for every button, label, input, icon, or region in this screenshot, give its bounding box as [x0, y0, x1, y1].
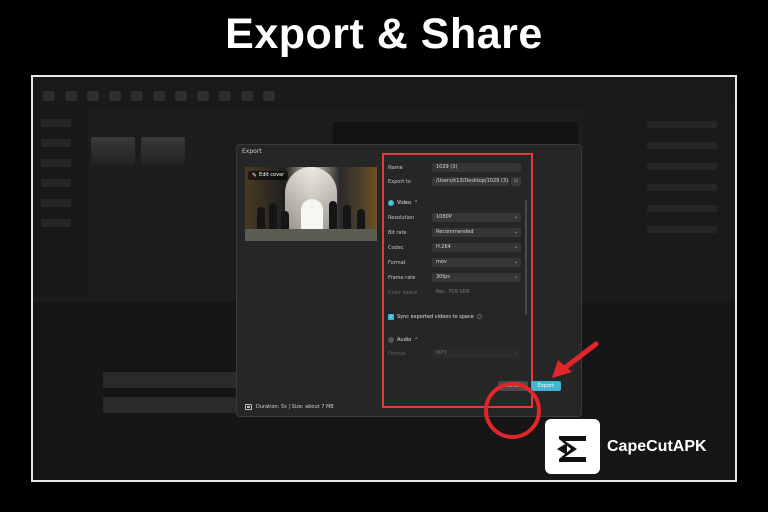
capcut-logo-icon	[545, 419, 600, 474]
codec-select[interactable]: H.264 ⌄	[432, 243, 521, 252]
format-row: Format mov ⌄	[388, 258, 521, 267]
chevron-down-icon: ⌄	[513, 214, 518, 220]
audio-tool-icon[interactable]	[65, 91, 77, 101]
editor-left-panel	[33, 107, 88, 297]
audio-format-row: Format MP3 ⌄	[388, 349, 521, 358]
resolution-select[interactable]: 1080P ⌄	[432, 213, 521, 222]
brand-badge: CapeCutAPK	[545, 418, 729, 475]
audio-format-label: Format	[388, 350, 406, 357]
audio-section-header[interactable]: Audio ⌃	[388, 335, 418, 344]
audio-checkbox[interactable]	[388, 336, 394, 343]
templates-tool-icon[interactable]	[241, 91, 253, 101]
export-summary: Duration: 5s | Size: about 7 MB	[245, 404, 334, 410]
edit-cover-label: Edit cover	[259, 172, 285, 178]
film-icon	[245, 404, 252, 410]
audio-section-label: Audio	[397, 336, 412, 343]
name-input[interactable]: 1029 (3)	[432, 163, 521, 172]
framerate-select[interactable]: 30fps ⌄	[432, 273, 521, 282]
color-space-label: Color space	[388, 289, 418, 296]
media-tool-icon[interactable]	[43, 91, 55, 101]
editor-right-panel	[585, 107, 735, 317]
timeline-clip[interactable]	[103, 372, 243, 388]
name-label: Name	[388, 164, 403, 171]
resolution-row: Resolution 1080P ⌄	[388, 213, 521, 222]
cover-preview[interactable]: ✎ Edit cover	[245, 167, 377, 241]
export-highlight-circle	[484, 382, 541, 439]
color-space-row: Color space Rec. 709 SDR	[388, 288, 521, 297]
settings-scrollbar[interactable]	[525, 200, 527, 315]
audio-format-select[interactable]: MP3 ⌄	[432, 349, 521, 358]
effects-tool-icon[interactable]	[131, 91, 143, 101]
export-path-input[interactable]: /Users/k13/Desktop/1029 (3).mov	[432, 177, 509, 186]
bitrate-label: Bit rate	[388, 229, 407, 236]
captions-tool-icon[interactable]	[175, 91, 187, 101]
brand-name: CapeCutAPK	[607, 437, 707, 455]
video-section-label: Video	[397, 199, 412, 206]
stickers-tool-icon[interactable]	[109, 91, 121, 101]
media-thumb[interactable]	[91, 137, 135, 165]
codec-label: Codec	[388, 244, 404, 251]
format-label: Format	[388, 259, 406, 266]
framerate-label: Frame rate	[388, 274, 416, 281]
export-button[interactable]: Export	[531, 381, 561, 391]
adjustment-tool-icon[interactable]	[219, 91, 231, 101]
media-thumb[interactable]	[141, 137, 185, 165]
duration-size-text: Duration: 5s | Size: about 7 MB	[256, 404, 334, 410]
chevron-up-icon: ⌃	[414, 199, 419, 206]
transitions-tool-icon[interactable]	[153, 91, 165, 101]
dialog-title: Export	[242, 148, 262, 155]
chevron-down-icon: ⌄	[513, 350, 518, 356]
export-settings-panel: Name 1029 (3) Export to /Users/k13/Deskt…	[382, 153, 533, 408]
media-thumbnails	[91, 137, 231, 177]
folder-icon[interactable]: ▭	[511, 177, 521, 186]
export-dialog: Export ✎ Edit cover Duration: 5s | Size:…	[236, 144, 582, 417]
ai-tool-icon[interactable]	[263, 91, 275, 101]
chevron-up-icon: ⌃	[414, 336, 419, 343]
video-section-header[interactable]: ✓ Video ⌃	[388, 198, 418, 207]
edit-cover-button[interactable]: ✎ Edit cover	[248, 171, 289, 180]
editor-toolbar	[33, 77, 735, 107]
color-space-value: Rec. 709 SDR	[436, 289, 470, 295]
pencil-icon: ✎	[252, 172, 258, 179]
framerate-row: Frame rate 30fps ⌄	[388, 273, 521, 282]
filters-tool-icon[interactable]	[197, 91, 209, 101]
sync-row[interactable]: ✓ Sync exported videos to space	[388, 312, 482, 321]
bitrate-row: Bit rate Recommended ⌄	[388, 228, 521, 237]
export-to-label: Export to	[388, 178, 411, 185]
chevron-down-icon: ⌄	[513, 229, 518, 235]
resolution-label: Resolution	[388, 214, 415, 221]
chevron-down-icon: ⌄	[513, 244, 518, 250]
sync-checkbox[interactable]: ✓	[388, 313, 394, 320]
sync-label: Sync exported videos to space	[397, 313, 474, 320]
bitrate-select[interactable]: Recommended ⌄	[432, 228, 521, 237]
chevron-down-icon: ⌄	[513, 274, 518, 280]
export-to-row: Export to /Users/k13/Desktop/1029 (3).mo…	[388, 177, 521, 186]
chevron-down-icon: ⌄	[513, 259, 518, 265]
video-checkbox[interactable]: ✓	[388, 199, 394, 206]
page-headline: Export & Share	[225, 10, 543, 58]
timeline-clip[interactable]	[103, 397, 243, 413]
name-row: Name 1029 (3)	[388, 163, 521, 172]
codec-row: Codec H.264 ⌄	[388, 243, 521, 252]
pointer-arrow-icon	[552, 341, 599, 378]
format-select[interactable]: mov ⌄	[432, 258, 521, 267]
info-icon[interactable]	[476, 314, 482, 319]
text-tool-icon[interactable]	[87, 91, 99, 101]
